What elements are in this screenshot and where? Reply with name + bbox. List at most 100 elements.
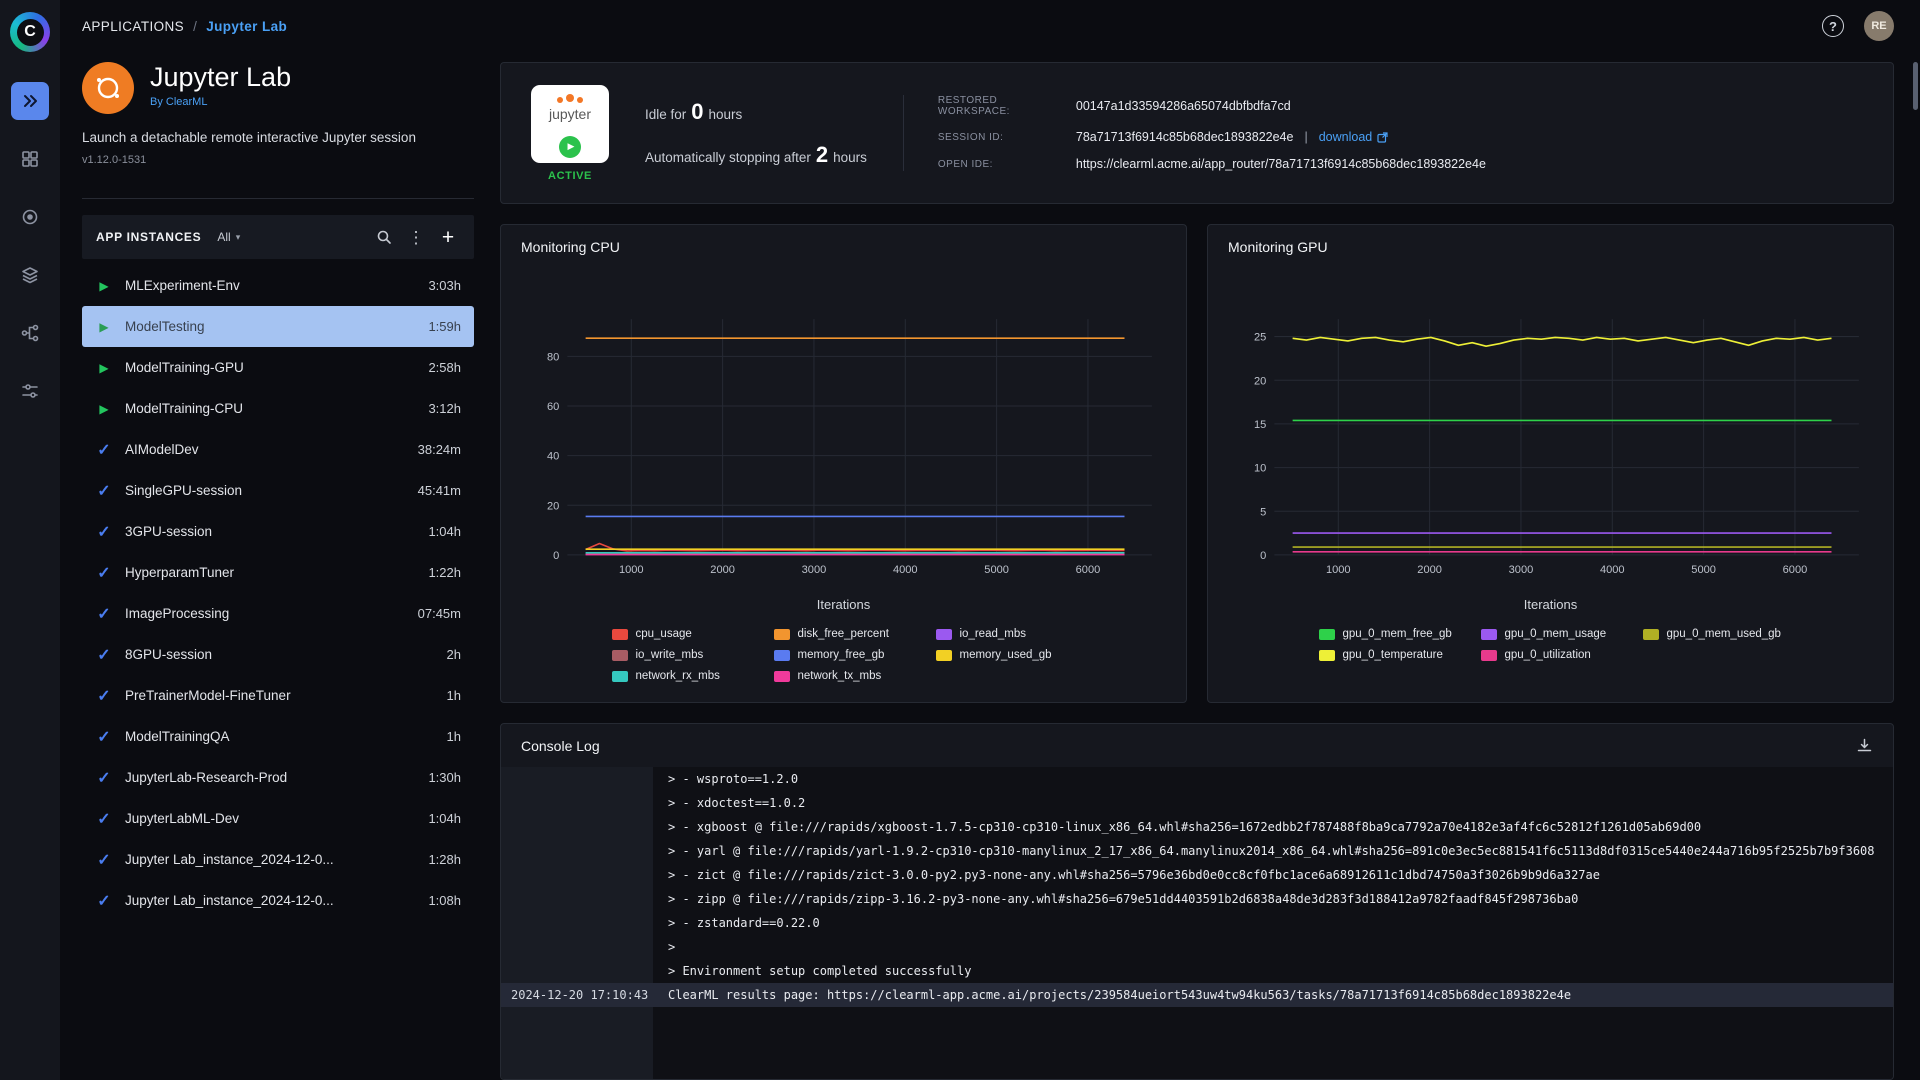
instance-row[interactable]: ▶ ModelTraining-GPU 2:58h	[82, 347, 474, 388]
instances-filter-dropdown[interactable]: All ▾	[217, 230, 240, 244]
instance-duration: 1:04h	[428, 811, 461, 826]
help-icon[interactable]: ?	[1822, 15, 1844, 37]
instance-name: PreTrainerModel-FineTuner	[125, 688, 291, 703]
instance-name: MLExperiment-Env	[125, 278, 240, 293]
instance-duration: 1:04h	[428, 524, 461, 539]
clearml-logo-letter: C	[16, 18, 44, 46]
console-log-line: > - wsproto==1.2.0	[501, 767, 1893, 791]
filter-value: All	[217, 230, 231, 244]
instance-row[interactable]: ▶ ModelTesting 1:59h	[82, 306, 474, 347]
instance-name: SingleGPU-session	[125, 483, 243, 498]
sidebar-item-models[interactable]	[11, 198, 49, 236]
idle-prefix: Idle for	[645, 106, 687, 122]
svg-text:1000: 1000	[619, 564, 644, 576]
chart-title-gpu: Monitoring GPU	[1228, 239, 1328, 255]
gpu-monitoring-chart: 0 5 10 15 20 25 1000 2000 3000 4000 5000 6000	[1254, 319, 1859, 576]
chart-legend-gpu: gpu_0_mem_free_gb gpu_0_mem_usage gpu_0_me…	[1228, 628, 1873, 661]
instance-row[interactable]: ✓ AIModelDev 38:24m	[82, 429, 474, 470]
sidebar-item-applications[interactable]	[11, 82, 49, 120]
sidebar-item-datasets[interactable]	[11, 256, 49, 294]
sidebar-item-pipelines[interactable]	[11, 314, 49, 352]
jupyter-badge: jupyter ▶	[531, 84, 609, 163]
log-text: ClearML results page: https://clearml-ap…	[668, 988, 1572, 1003]
clearml-logo[interactable]: C	[10, 12, 50, 52]
legend-item-disk_free_percent[interactable]: disk_free_percent	[773, 628, 914, 640]
log-text: > - xdoctest==1.0.2	[668, 796, 806, 811]
console-log-body[interactable]: > - wsproto==1.2.0 > - xdoctest==1.0.2 > -…	[501, 767, 1893, 1079]
avatar[interactable]: RE	[1864, 11, 1894, 41]
app-byline[interactable]: By ClearML	[150, 96, 291, 108]
check-icon: ✓	[97, 687, 111, 705]
log-timestamp	[501, 911, 653, 935]
console-log-line: > - zipp @ file:///rapids/zipp-3.16.2-py…	[501, 887, 1893, 911]
legend-item-gpu_0_mem_free_gb[interactable]: gpu_0_mem_free_gb	[1318, 628, 1459, 640]
instance-duration: 1h	[446, 688, 461, 703]
instance-row[interactable]: ✓ 3GPU-session 1:04h	[82, 511, 474, 552]
legend-item-memory_free_gb[interactable]: memory_free_gb	[773, 649, 914, 661]
legend-swatch	[611, 628, 628, 640]
instance-row[interactable]: ✓ 8GPU-session 2h	[82, 634, 474, 675]
add-instance-button[interactable]: +	[436, 225, 460, 249]
breadcrumb-applications[interactable]: APPLICATIONS	[82, 19, 184, 34]
instance-row[interactable]: ✓ PreTrainerModel-FineTuner 1h	[82, 675, 474, 716]
legend-item-memory_used_gb[interactable]: memory_used_gb	[935, 649, 1076, 661]
check-icon: ✓	[97, 564, 111, 582]
legend-label: network_tx_mbs	[797, 670, 882, 683]
restored-workspace-label: RESTORED WORKSPACE:	[937, 95, 1010, 117]
legend-item-gpu_0_mem_used_gb[interactable]: gpu_0_mem_used_gb	[1642, 628, 1783, 640]
legend-item-io_read_mbs[interactable]: io_read_mbs	[935, 628, 1076, 640]
svg-text:5000: 5000	[984, 564, 1009, 576]
chevron-down-icon: ▾	[235, 231, 241, 242]
chart-legend-cpu: cpu_usage disk_free_percent io_read_mbs io_…	[521, 628, 1166, 682]
autostop-hours-value: 2	[815, 141, 829, 167]
app-header: Jupyter Lab By ClearML	[82, 62, 474, 114]
check-icon: ✓	[97, 728, 111, 746]
instance-name: ModelTesting	[125, 319, 205, 334]
instance-row[interactable]: ✓ Jupyter Lab_instance_2024-12-0... 1:28…	[82, 839, 474, 880]
instance-duration: 2:58h	[428, 360, 461, 375]
status-badge: ACTIVE	[548, 169, 592, 182]
page-scrollbar[interactable]	[1913, 62, 1918, 110]
more-options-icon[interactable]: ⋮	[404, 225, 428, 249]
legend-item-cpu_usage[interactable]: cpu_usage	[611, 628, 752, 640]
check-icon: ✓	[97, 605, 111, 623]
log-timestamp	[501, 935, 653, 959]
instance-name: ModelTraining-GPU	[125, 360, 244, 375]
instance-row[interactable]: ✓ ModelTrainingQA 1h	[82, 716, 474, 757]
open-ide-url[interactable]: https://clearml.acme.ai/app_router/78a71…	[1076, 157, 1486, 171]
download-log-button[interactable]	[1856, 737, 1873, 754]
legend-item-network_tx_mbs[interactable]: network_tx_mbs	[773, 670, 914, 683]
x-axis-label: Iterations	[1523, 597, 1578, 613]
console-log-line: > Environment setup completed successful…	[501, 959, 1893, 983]
svg-text:15: 15	[1254, 419, 1266, 431]
layers-icon	[22, 267, 38, 284]
instance-row[interactable]: ✓ ImageProcessing 07:45m	[82, 593, 474, 634]
sidebar-item-orchestration[interactable]	[11, 372, 49, 410]
instance-row[interactable]: ▶ ModelTraining-CPU 3:12h	[82, 388, 474, 429]
instance-row[interactable]: ✓ SingleGPU-session 45:41m	[82, 470, 474, 511]
download-workspace-link[interactable]: download	[1319, 130, 1389, 144]
instance-name: Jupyter Lab_instance_2024-12-0...	[125, 893, 334, 908]
instance-row[interactable]: ✓ JupyterLab-Research-Prod 1:30h	[82, 757, 474, 798]
instance-row[interactable]: ✓ HyperparamTuner 1:22h	[82, 552, 474, 593]
download-link-label: download	[1318, 130, 1373, 144]
legend-item-io_write_mbs[interactable]: io_write_mbs	[611, 649, 752, 661]
check-icon: ✓	[97, 482, 111, 500]
session-id-value: 78a71713f6914c85b68dec1893822e4e	[1075, 130, 1294, 144]
legend-item-gpu_0_utilization[interactable]: gpu_0_utilization	[1480, 649, 1621, 661]
log-timestamp	[501, 839, 653, 863]
content: Jupyter Lab By ClearML Launch a detachab…	[60, 52, 1920, 1080]
legend-swatch	[773, 670, 790, 682]
sidebar-item-projects[interactable]	[11, 140, 49, 178]
svg-text:5000: 5000	[1691, 564, 1716, 576]
instance-row[interactable]: ▶ MLExperiment-Env 3:03h	[82, 265, 474, 306]
topbar-actions: ? RE	[1822, 11, 1894, 41]
instance-row[interactable]: ✓ Jupyter Lab_instance_2024-12-0... 1:08…	[82, 880, 474, 921]
legend-item-network_rx_mbs[interactable]: network_rx_mbs	[611, 670, 752, 682]
search-button[interactable]	[372, 225, 396, 249]
log-text: > - zstandard==0.22.0	[668, 916, 820, 931]
svg-text:1000: 1000	[1326, 564, 1351, 576]
legend-item-gpu_0_mem_usage[interactable]: gpu_0_mem_usage	[1480, 628, 1621, 640]
legend-item-gpu_0_temperature[interactable]: gpu_0_temperature	[1318, 649, 1459, 661]
instance-row[interactable]: ✓ JupyterLabML-Dev 1:04h	[82, 798, 474, 839]
